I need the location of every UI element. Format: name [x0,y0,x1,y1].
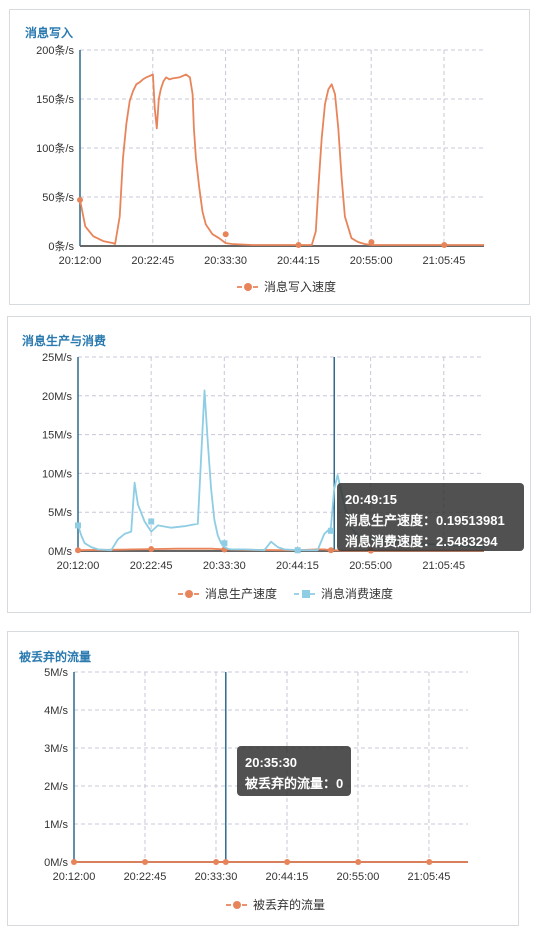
data-point [71,859,77,865]
data-point [213,859,220,865]
y-tick-label: 0M/s [44,857,68,869]
dropped-tooltip: 20:35:30 被丢弃的流量：0 [237,746,351,796]
y-tick-label: 2M/s [44,781,68,793]
x-tick-label: 20:22:45 [124,871,167,883]
tooltip-time: 20:35:30 [245,755,298,770]
y-tick-label: 1M/s [44,819,68,831]
x-tick-label: 21:05:45 [408,871,451,883]
x-tick-label: 20:44:15 [266,871,309,883]
data-point [142,859,149,865]
data-point [284,859,291,865]
x-tick-label: 20:55:00 [337,871,380,883]
legend-marker [233,901,241,909]
x-tick-label: 20:12:00 [53,871,96,883]
y-tick-label: 3M/s [44,743,68,755]
legend-label: 被丢弃的流量 [253,897,325,912]
x-tick-label: 20:33:30 [195,871,238,883]
y-tick-label: 4M/s [44,705,68,717]
data-point [222,859,229,865]
data-point [355,859,362,865]
y-tick-label: 5M/s [44,667,68,679]
tooltip-dropped: 被丢弃的流量：0 [245,776,344,791]
data-point [426,859,433,865]
